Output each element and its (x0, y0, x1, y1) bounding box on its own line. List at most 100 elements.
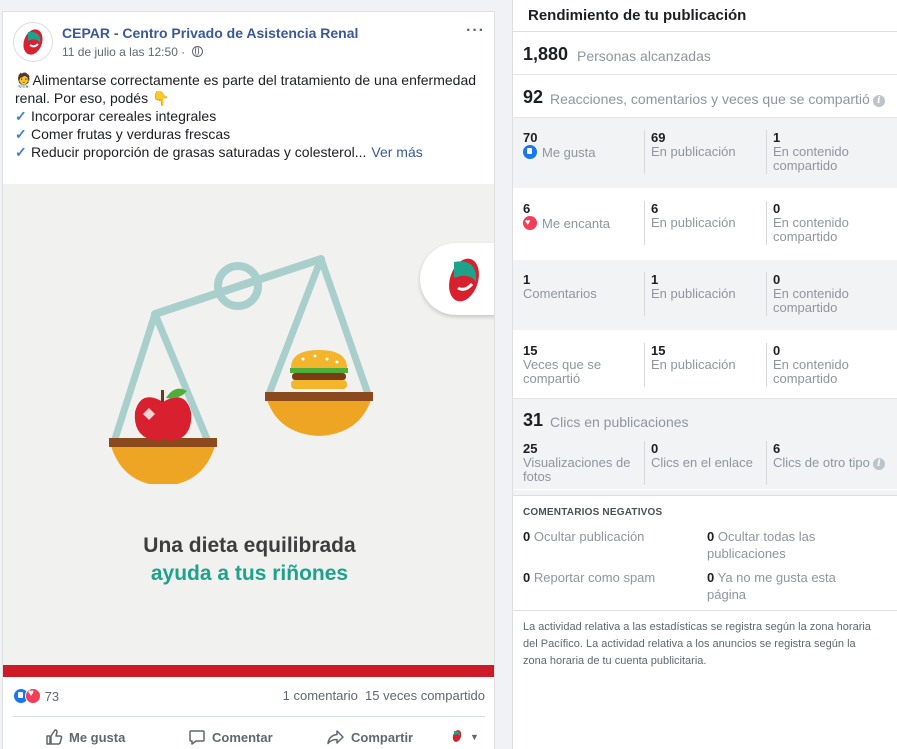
reach-label: Personas alcanzadas (577, 48, 711, 64)
loves-in-shared: 0 En contenido compartido (773, 201, 849, 244)
column-divider (766, 343, 767, 387)
love-reaction-icon (25, 688, 41, 704)
image-tagline-line1: Una dieta equilibrada (143, 534, 356, 557)
post-actions-bar: Me gusta Comentar Compartir ▼ (13, 724, 485, 749)
shares-in-shared: 0 En contenido compartido (773, 343, 849, 386)
loves-total: 6 Me encanta (523, 202, 643, 231)
column-divider (766, 201, 767, 245)
column-divider (766, 130, 767, 174)
brand-logo-tab (420, 243, 494, 315)
likes-in-shared: 1 En contenido compartido (773, 130, 849, 173)
image-tagline-line2: ayuda a tus riñones (150, 562, 349, 585)
breakdown-row-comments: 1 Comentarios 1 En publicación 0 En cont… (513, 260, 897, 331)
more-options-icon[interactable]: ··· (466, 22, 485, 40)
check-icon: ✓ (15, 126, 27, 142)
chevron-down-icon: ▼ (470, 732, 479, 742)
link-clicks: 0 Clics en el enlace (651, 441, 753, 470)
doctor-emoji-icon: 🧑‍⚕️ (15, 72, 33, 88)
breakdown-row-shares: 15 Veces que se compartió 15 En publicac… (513, 331, 897, 402)
column-divider (644, 201, 645, 245)
report-spam-stat: 0 Reportar como spam (523, 570, 656, 585)
pointing-hand-icon: 👇 (151, 90, 170, 106)
column-divider (766, 441, 767, 485)
shares-in-post: 15 En publicación (651, 343, 736, 372)
post-card: CEPAR - Centro Privado de Asistencia Ren… (2, 11, 495, 749)
breakdown-row-likes: 70 Me gusta 69 En publicación 1 En conte… (513, 118, 897, 189)
likes-in-post: 69 En publicación (651, 130, 736, 159)
engagement-label: Reacciones, comentarios y veces que se c… (550, 91, 870, 107)
likes-total: 70 Me gusta (523, 130, 596, 160)
comments-total: 1 Comentarios (523, 272, 597, 301)
post-image[interactable]: Una dieta equilibrada ayuda a tus riñone… (3, 184, 494, 677)
post-clicks-section: 31 Clics en publicaciones 25 Visualizaci… (513, 398, 897, 496)
reach-value: 1,880 (523, 44, 569, 64)
info-icon[interactable]: i (872, 95, 885, 107)
cepar-logo-icon (23, 29, 43, 55)
list-item: ✓ Comer frutas y verduras frescas (15, 126, 231, 142)
comments-in-shared: 0 En contenido compartido (773, 272, 849, 315)
column-divider (644, 272, 645, 316)
list-item: ✓ Incorporar cereales integrales (15, 108, 217, 124)
cepar-logo-icon (449, 258, 479, 302)
post-text: 🧑‍⚕️Alimentarse correctamente es parte d… (15, 71, 487, 161)
engagement-breakdown: 70 Me gusta 69 En publicación 1 En conte… (513, 118, 897, 402)
column-divider (766, 272, 767, 316)
insights-header: Rendimiento de tu publicación (513, 0, 897, 32)
hide-all-stat: 0 Ocultar todas las publicaciones (707, 529, 816, 561)
check-icon: ✓ (15, 144, 27, 160)
reactions-summary: 73 1 comentario 15 veces compartido (13, 688, 485, 706)
timezone-footnote: La actividad relativa a las estadísticas… (523, 621, 871, 667)
page-name-link[interactable]: CEPAR - Centro Privado de Asistencia Ren… (62, 25, 358, 41)
engagement-label-wrap: Reacciones, comentarios y veces que se c… (550, 91, 885, 107)
engagement-value: 92 (523, 87, 544, 107)
insights-title: Rendimiento de tu publicación (528, 7, 747, 24)
engagement-row: 92 Reacciones, comentarios y veces que s… (513, 75, 897, 118)
share-arrow-icon (327, 730, 344, 745)
post-header: CEPAR - Centro Privado de Asistencia Ren… (13, 22, 485, 72)
loves-in-post: 6 En publicación (651, 201, 736, 230)
clicks-label: Clics en publicaciones (550, 414, 689, 430)
see-more-link[interactable]: Ver más (371, 144, 422, 160)
reach-row: 1,880 Personas alcanzadas (513, 32, 897, 75)
comment-bubble-icon (189, 730, 205, 745)
like-icon (523, 145, 537, 159)
like-button[interactable]: Me gusta (45, 728, 125, 746)
photo-views: 25 Visualizaciones de fotos (523, 441, 631, 484)
timestamp-text: 11 de julio a las 12:50 · (62, 45, 189, 59)
breakdown-row-loves: 6 Me encanta 6 En publicación 0 En conte… (513, 189, 897, 260)
globe-icon (191, 46, 203, 57)
info-icon[interactable]: i (872, 458, 885, 470)
comments-count-link[interactable]: 1 comentario (283, 688, 358, 703)
clicks-breakdown-row: 25 Visualizaciones de fotos 0 Clics en e… (513, 429, 897, 490)
column-divider (644, 441, 645, 485)
column-divider (644, 343, 645, 387)
share-button[interactable]: Compartir (327, 728, 413, 746)
insights-panel: Rendimiento de tu publicación 1,880 Pers… (512, 0, 897, 749)
negative-feedback-title: COMENTARIOS NEGATIVOS (523, 507, 663, 518)
engagement-counts: 1 comentario 15 veces compartido (283, 688, 485, 703)
page-avatar[interactable] (13, 22, 53, 62)
column-divider (644, 130, 645, 174)
post-intro: 🧑‍⚕️Alimentarse correctamente es parte d… (15, 72, 477, 106)
actions-divider (13, 716, 485, 717)
unlike-page-stat: 0 Ya no me gusta esta página (707, 570, 836, 602)
post-timestamp[interactable]: 11 de julio a las 12:50 · (62, 45, 203, 59)
cepar-mini-logo-icon (452, 730, 462, 742)
love-icon (523, 215, 537, 230)
reaction-count-link[interactable]: 73 (13, 688, 59, 704)
clicks-value: 31 (523, 410, 544, 430)
shares-total: 15 Veces que se compartió (523, 343, 602, 386)
image-red-bar (3, 665, 494, 677)
list-item: ✓ Reducir proporción de grasas saturadas … (15, 144, 423, 160)
comment-button[interactable]: Comentar (188, 728, 273, 746)
check-icon: ✓ (15, 108, 27, 124)
hide-post-stat: 0 Ocultar publicación (523, 529, 645, 544)
post-as-selector[interactable]: ▼ (450, 728, 479, 744)
thumbs-up-icon (46, 729, 63, 745)
balance-scale-illustration (109, 255, 373, 484)
reaction-count: 73 (44, 689, 60, 704)
negative-feedback-section: COMENTARIOS NEGATIVOS 0 Ocultar publicac… (513, 495, 897, 611)
comments-in-post: 1 En publicación (651, 272, 736, 301)
other-clicks: 6 Clics de otro tipo i (773, 442, 891, 470)
shares-count-link[interactable]: 15 veces compartido (365, 688, 485, 703)
